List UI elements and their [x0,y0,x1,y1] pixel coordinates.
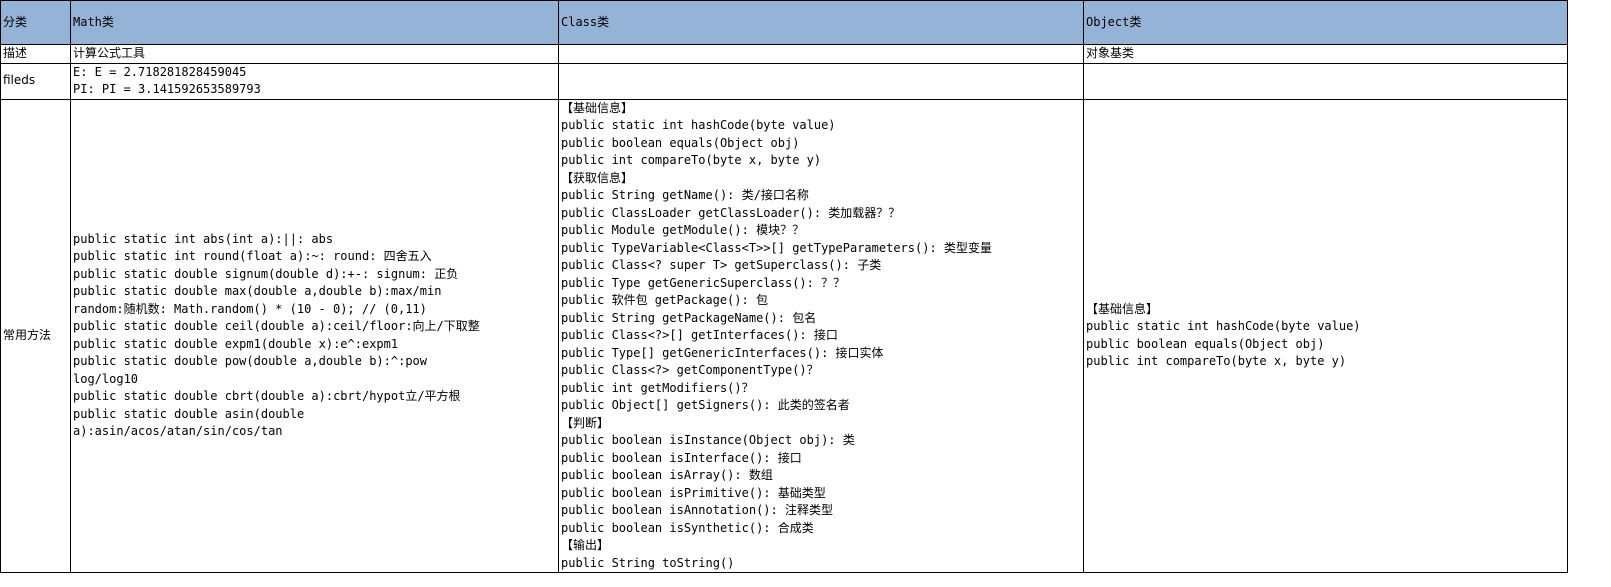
method-line: 【基础信息】 [561,100,634,115]
method-line: public String getPackageName(): 包名 [561,310,817,325]
method-line: public static double pow(double a,double… [73,354,428,369]
method-line: public Class<?>[] getInterfaces(): 接口 [561,328,838,342]
row-fields: fileds E: E = 2.718281828459045 PI: PI =… [0,62,1568,100]
method-line: public Object[] getSigners(): 此类的签名者 [561,398,850,412]
method-line: public boolean isInstance(Object obj): 类 [561,433,855,447]
method-line: log/log10 [73,371,139,386]
method-line: public int getModifiers()？ [561,380,754,395]
method-line: public boolean isArray(): 数组 [561,468,773,482]
cell-fields-class[interactable] [558,62,1084,100]
method-line: public Class<? super T> getSuperclass():… [561,258,882,272]
method-line: public String getName(): 类/接口名称 [561,188,809,202]
method-line: public boolean equals(Object obj) [561,135,800,150]
spreadsheet-table: 分类 Math类 Class类 Object类 描述 计算公式工具 对象基类 f… [0,0,1568,573]
cell-methods-object[interactable]: 【基础信息】 public static int hashCode(byte v… [1083,98,1568,573]
header-row: 分类 Math类 Class类 Object类 [0,0,1568,45]
cell-fields-object[interactable] [1083,62,1568,100]
method-line: public static double ceil(double a):ceil… [73,319,480,334]
row-description: 描述 计算公式工具 对象基类 [0,44,1568,64]
cell-fields-math[interactable]: E: E = 2.718281828459045 PI: PI = 3.1415… [70,62,559,100]
method-line: public ClassLoader getClassLoader(): 类加载… [561,205,901,220]
header-math[interactable]: Math类 [70,0,559,45]
field-line: PI: PI = 3.141592653589793 [73,82,261,96]
method-line: public boolean isSynthetic(): 合成类 [561,520,814,535]
method-line: public Module getModule(): 模块？？ [561,223,805,237]
method-line: public static double max(double a,double… [73,284,442,299]
method-line: public Type getGenericSuperclass(): ？？ [561,275,846,290]
method-line: public static double cbrt(double a):cbrt… [73,389,461,404]
method-line: public Class<?> getComponentType()？ [561,363,819,377]
method-line: public String toString() [561,555,735,570]
method-line: public 软件包 getPackage(): 包 [561,293,768,307]
method-line: public static int abs(int a):||: abs [73,231,334,246]
method-line: public static double expm1(double x):e^:… [73,336,399,351]
method-line: public TypeVariable<Class<T>>[] getTypeP… [561,240,992,255]
cell-desc-label[interactable]: 描述 [0,44,71,64]
method-line: public static int round(float a):~: roun… [73,249,432,264]
cell-fields-label[interactable]: fileds [0,62,71,100]
method-line: public static int hashCode(byte value) [1086,319,1361,334]
header-object[interactable]: Object类 [1083,0,1568,45]
method-line: public Type[] getGenericInterfaces(): 接口… [561,345,884,360]
cell-methods-math[interactable]: public static int abs(int a):||: abs pub… [70,98,559,573]
method-line: 【输出】 [561,538,610,552]
method-line: 【判断】 [561,415,610,430]
method-line: public boolean isAnnotation(): 注释类型 [561,503,833,517]
method-line: public int compareTo(byte x, byte y) [1086,354,1347,369]
method-line: public static int hashCode(byte value) [561,118,836,132]
header-class[interactable]: Class类 [558,0,1084,45]
method-line: 【基础信息】 [1086,301,1159,316]
header-category[interactable]: 分类 [0,0,71,45]
cell-methods-label[interactable]: 常用方法 [0,98,71,573]
method-line: a):asin/acos/atan/sin/cos/tan [73,424,283,439]
method-line: public static double asin(double [73,406,305,421]
cell-desc-class[interactable] [558,44,1084,64]
cell-desc-object[interactable]: 对象基类 [1083,44,1568,64]
cell-methods-class[interactable]: 【基础信息】 public static int hashCode(byte v… [558,98,1084,573]
method-line: public boolean equals(Object obj) [1086,336,1325,351]
field-line: E: E = 2.718281828459045 [73,64,247,79]
method-line: public boolean isInterface(): 接口 [561,450,802,465]
cell-desc-math[interactable]: 计算公式工具 [70,44,559,64]
method-line: public boolean isPrimitive(): 基础类型 [561,485,826,500]
row-methods: 常用方法 public static int abs(int a):||: ab… [0,98,1568,573]
method-line: 【获取信息】 [561,170,634,185]
method-line: public static double signum(double d):+-… [73,266,459,281]
method-line: random:随机数: Math.random() * (10 - 0); //… [73,301,427,316]
method-line: public int compareTo(byte x, byte y) [561,153,822,167]
